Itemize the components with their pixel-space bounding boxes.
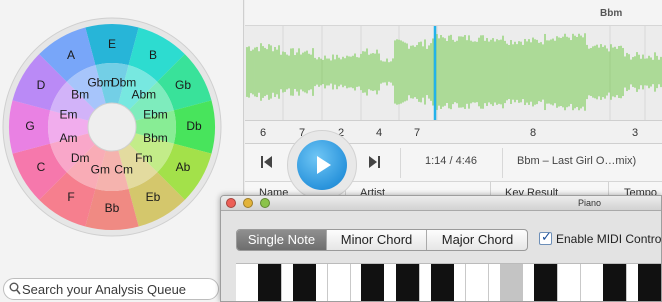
waveform-header: Bbm <box>245 0 662 26</box>
piano-black-key[interactable] <box>638 264 661 301</box>
piano-keyboard[interactable] <box>236 263 661 301</box>
wheel-minor-key-label: Gbm <box>87 76 113 90</box>
wheel-major-key-label: D <box>37 78 46 92</box>
zoom-window-button[interactable] <box>260 198 270 208</box>
time-readout: 1:14 / 4:46 <box>425 155 477 167</box>
piano-black-key[interactable] <box>258 264 281 301</box>
key-wheel[interactable]: EDbmBAbmGbEbmDbBbmAbFmEbCmBbGmFDmCAmGEmD… <box>0 0 244 276</box>
ruler-marker: 8 <box>530 127 537 139</box>
major-chord-tab[interactable]: Major Chord <box>427 230 527 250</box>
wheel-major-key-label: Eb <box>146 190 161 204</box>
piano-black-key[interactable] <box>293 264 316 301</box>
play-icon <box>317 156 331 174</box>
skip-back-icon[interactable] <box>261 156 273 168</box>
play-button[interactable] <box>287 130 357 200</box>
wheel-minor-key-label: Gm <box>91 163 110 177</box>
wheel-major-key-label: A <box>67 48 75 62</box>
key-wheel-panel: E Dbm B Abm Gb Ebm Db Bbm Ab Fm Eb Cm Bb Gm F Dm C Am G Em D… <box>0 0 244 302</box>
piano-white-key[interactable] <box>558 264 581 301</box>
piano-white-key[interactable] <box>236 264 259 301</box>
play-button-face <box>297 140 347 190</box>
single-note-tab[interactable]: Single Note <box>237 230 327 250</box>
wheel-major-key-label: F <box>67 190 74 204</box>
piano-white-key[interactable] <box>328 264 351 301</box>
piano-window: Piano Single Note Minor Chord Major Chor… <box>220 195 662 302</box>
enable-midi-label: Enable MIDI Control <box>556 232 662 246</box>
wheel-minor-key-label: Fm <box>135 151 152 165</box>
piano-black-key[interactable] <box>396 264 419 301</box>
ruler-marker: 6 <box>260 127 267 139</box>
search-field[interactable] <box>3 278 219 300</box>
wheel-major-key-label: Bb <box>105 201 120 215</box>
search-icon <box>9 282 21 295</box>
ruler-marker: 4 <box>376 127 383 139</box>
wheel-minor-key-label: Ebm <box>143 108 168 122</box>
piano-white-key[interactable] <box>581 264 604 301</box>
piano-black-key[interactable] <box>603 264 626 301</box>
close-window-button[interactable] <box>226 198 236 208</box>
wheel-major-key-label: E <box>108 37 116 51</box>
transport-divider <box>502 148 503 178</box>
note-mode-segmented-control: Single Note Minor Chord Major Chord <box>236 229 528 251</box>
wheel-major-key-label: G <box>25 119 34 133</box>
piano-white-key[interactable] <box>466 264 489 301</box>
now-playing-label: Bbm – Last Girl O…mix) <box>517 155 637 167</box>
wheel-minor-key-label: Am <box>60 131 78 145</box>
track-key-title: Bbm <box>600 8 623 19</box>
wheel-minor-key-label: Bbm <box>143 131 168 145</box>
piano-titlebar[interactable]: Piano <box>221 196 661 211</box>
wheel-center-knob <box>87 102 137 152</box>
minimize-window-button[interactable] <box>243 198 253 208</box>
ruler-marker: 3 <box>632 127 639 139</box>
ruler-marker: 7 <box>414 127 421 139</box>
wheel-minor-key-label: Dm <box>71 151 90 165</box>
wheel-major-key-label: Db <box>186 119 202 133</box>
skip-forward-icon[interactable] <box>369 156 381 168</box>
checkmark-icon: ✓ <box>541 229 552 244</box>
wheel-major-key-label: Gb <box>175 78 191 92</box>
minor-chord-tab[interactable]: Minor Chord <box>327 230 427 250</box>
piano-black-key[interactable] <box>534 264 557 301</box>
transport-divider <box>400 148 401 178</box>
piano-window-title: Piano <box>578 198 602 208</box>
piano-black-key-highlighted[interactable] <box>500 264 523 301</box>
wheel-minor-key-label: Abm <box>131 87 156 101</box>
piano-black-key[interactable] <box>361 264 384 301</box>
wheel-minor-key-label: Em <box>60 108 78 122</box>
wheel-major-key-label: C <box>37 160 46 174</box>
waveform-display[interactable] <box>245 26 662 120</box>
wheel-major-key-label: B <box>149 48 157 62</box>
enable-midi-checkbox[interactable]: ✓ <box>539 229 552 245</box>
app-window: E Dbm B Abm Gb Ebm Db Bbm Ab Fm Eb Cm Bb Gm F Dm C Am G Em D… <box>0 0 662 302</box>
wheel-minor-key-label: Cm <box>114 163 133 177</box>
wheel-major-key-label: Ab <box>176 160 191 174</box>
search-input[interactable] <box>22 281 216 298</box>
piano-black-key[interactable] <box>431 264 454 301</box>
